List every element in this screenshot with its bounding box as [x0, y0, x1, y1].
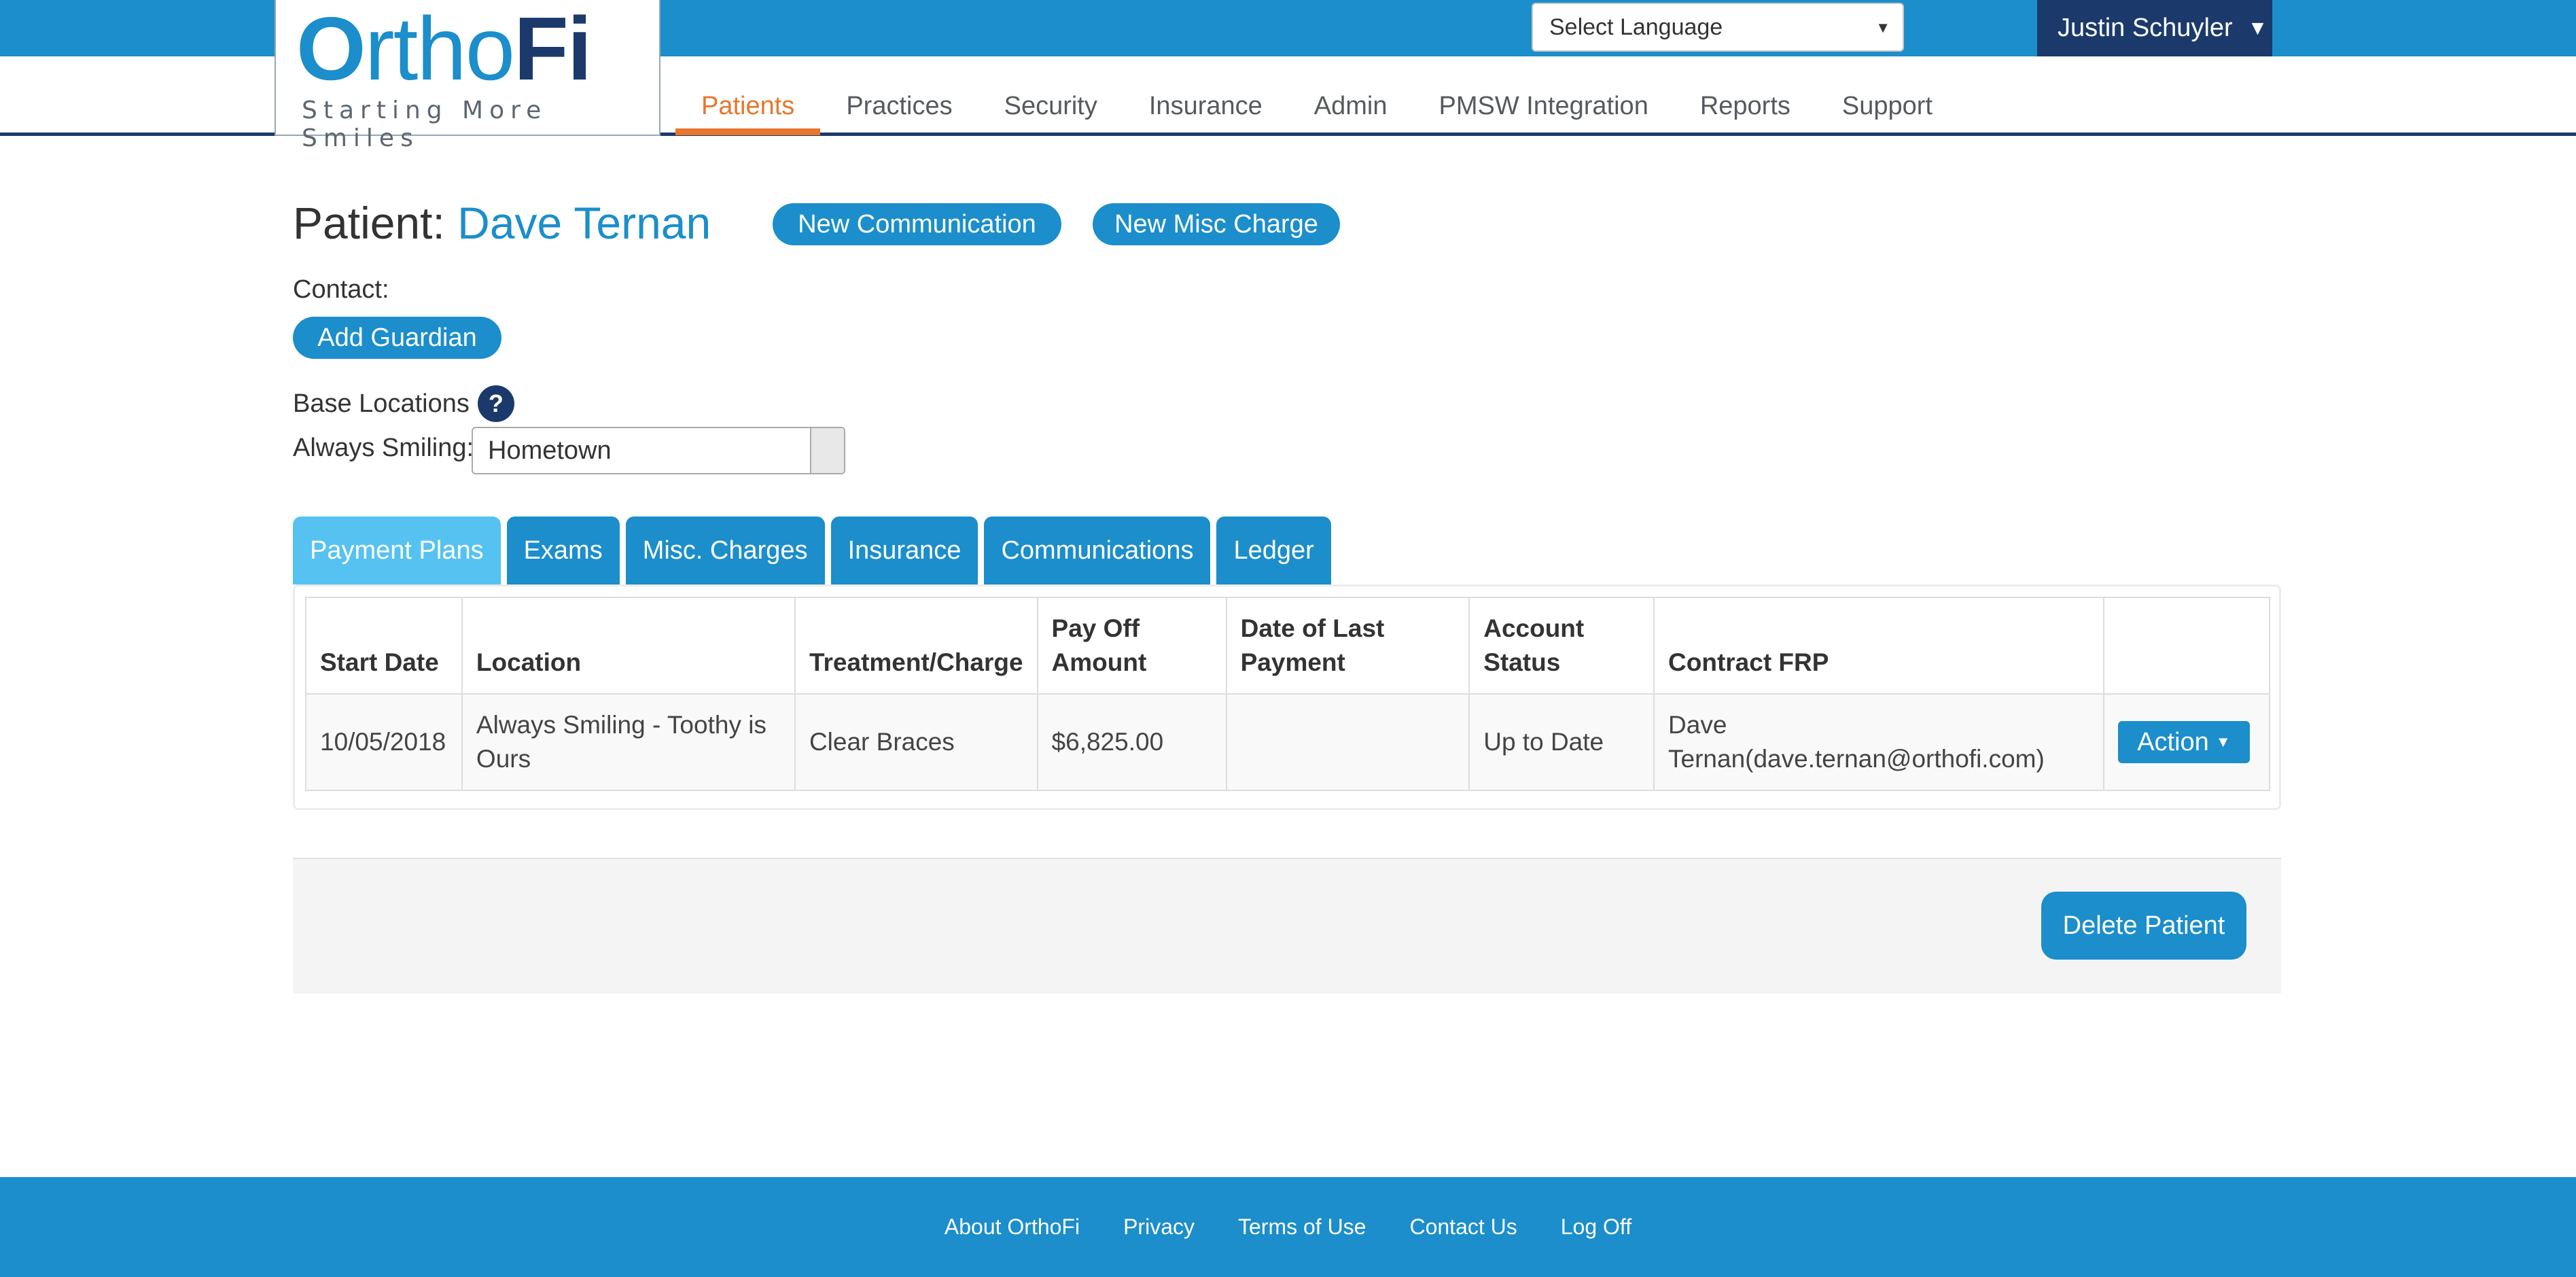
payment-plans-table: Start Date Location Treatment/Charge Pay… [305, 597, 2270, 791]
cell-action: Action ▼ [2103, 693, 2270, 791]
nav-item-practices[interactable]: Practices [820, 92, 978, 135]
nav-item-security[interactable]: Security [978, 92, 1123, 135]
nav-items: Patients Practices Security Insurance Ad… [675, 92, 1958, 135]
location-select[interactable]: Hometown [472, 427, 845, 474]
logo-fi: Fi [514, 0, 592, 99]
new-misc-charge-button[interactable]: New Misc Charge [1093, 203, 1340, 245]
nav-item-reports[interactable]: Reports [1674, 92, 1816, 135]
base-locations-label: Base Locations [293, 389, 470, 418]
table-row: 10/05/2018 Always Smiling - Toothy is Ou… [305, 693, 2270, 791]
site-footer: About OrthoFi Privacy Terms of Use Conta… [0, 1177, 2576, 1277]
language-select-label: Select Language [1549, 14, 1723, 40]
patient-actions-footer: Delete Patient [293, 858, 2281, 994]
column-header-last-payment[interactable]: Date of Last Payment [1225, 597, 1470, 695]
nav-item-insurance[interactable]: Insurance [1123, 92, 1288, 135]
delete-patient-button[interactable]: Delete Patient [2041, 892, 2246, 960]
column-header-treatment[interactable]: Treatment/Charge [794, 597, 1038, 695]
new-communication-button[interactable]: New Communication [773, 203, 1061, 245]
column-header-start-date[interactable]: Start Date [305, 597, 463, 695]
column-header-contract-frp[interactable]: Contract FRP [1653, 597, 2105, 695]
tab-insurance[interactable]: Insurance [830, 517, 978, 584]
cell-account-status: Up to Date [1468, 693, 1655, 791]
base-locations: Base Locations ? [293, 385, 514, 422]
nav-item-support[interactable]: Support [1816, 92, 1958, 135]
patient-tabs: Payment Plans Exams Misc. Charges Insura… [293, 517, 1337, 584]
action-button-label: Action [2137, 728, 2209, 756]
column-header-account-status[interactable]: Account Status [1468, 597, 1655, 695]
footer-link-privacy[interactable]: Privacy [1123, 1214, 1195, 1240]
cell-start-date: 10/05/2018 [305, 693, 463, 791]
language-select[interactable]: Select Language ▼ [1532, 3, 1904, 52]
patient-name: Dave Ternan [457, 198, 711, 248]
cell-last-payment [1225, 693, 1470, 791]
cell-payoff-amount: $6,825.00 [1036, 693, 1227, 791]
cell-treatment: Clear Braces [794, 693, 1038, 791]
help-icon[interactable]: ? [477, 385, 514, 422]
payment-plans-panel: Start Date Location Treatment/Charge Pay… [293, 584, 2281, 810]
footer-link-terms[interactable]: Terms of Use [1238, 1214, 1366, 1240]
footer-link-contact[interactable]: Contact Us [1409, 1214, 1517, 1240]
logo-o: O [296, 0, 366, 99]
column-header-location[interactable]: Location [461, 597, 796, 695]
add-guardian-button[interactable]: Add Guardian [293, 317, 501, 359]
user-menu[interactable]: Justin Schuyler ▼ [2037, 0, 2272, 56]
table-header-row: Start Date Location Treatment/Charge Pay… [305, 597, 2270, 695]
logo-wordmark: OrthoFi [296, 4, 592, 94]
tab-payment-plans[interactable]: Payment Plans [293, 517, 501, 584]
nav-item-pmsw-integration[interactable]: PMSW Integration [1413, 92, 1674, 135]
tab-ledger[interactable]: Ledger [1216, 517, 1331, 584]
tab-communications[interactable]: Communications [984, 517, 1211, 584]
caret-down-icon: ▼ [2215, 733, 2231, 750]
footer-link-about[interactable]: About OrthoFi [945, 1214, 1080, 1240]
page-title: Patient: Dave Ternan [293, 197, 711, 249]
cell-contract-frp: Dave Ternan(dave.ternan@orthofi.com) [1653, 693, 2105, 791]
action-dropdown-button[interactable]: Action ▼ [2118, 721, 2250, 763]
contact-label: Contact: [293, 275, 389, 304]
tab-exams[interactable]: Exams [506, 517, 620, 584]
user-name: Justin Schuyler [2058, 14, 2233, 42]
column-header-actions [2103, 597, 2270, 695]
chevron-down-icon: ▼ [1875, 19, 1890, 36]
footer-link-logoff[interactable]: Log Off [1561, 1214, 1631, 1240]
nav-item-admin[interactable]: Admin [1288, 92, 1413, 135]
cell-location: Always Smiling - Toothy is Ours [461, 693, 796, 791]
column-header-payoff-amount[interactable]: Pay Off Amount [1036, 597, 1227, 695]
nav-item-patients[interactable]: Patients [675, 92, 821, 135]
always-smiling-label: Always Smiling: [293, 434, 474, 462]
chevron-down-icon: ▼ [2247, 16, 2268, 39]
logo-rtho: rtho [364, 0, 515, 99]
orthofi-logo[interactable]: OrthoFi Starting More Smiles [275, 0, 660, 152]
select-toggle[interactable] [810, 428, 844, 473]
patient-title-prefix: Patient: [293, 198, 445, 248]
tab-misc-charges[interactable]: Misc. Charges [625, 517, 825, 584]
location-select-value: Hometown [488, 436, 612, 465]
logo-tagline: Starting More Smiles [302, 97, 548, 152]
